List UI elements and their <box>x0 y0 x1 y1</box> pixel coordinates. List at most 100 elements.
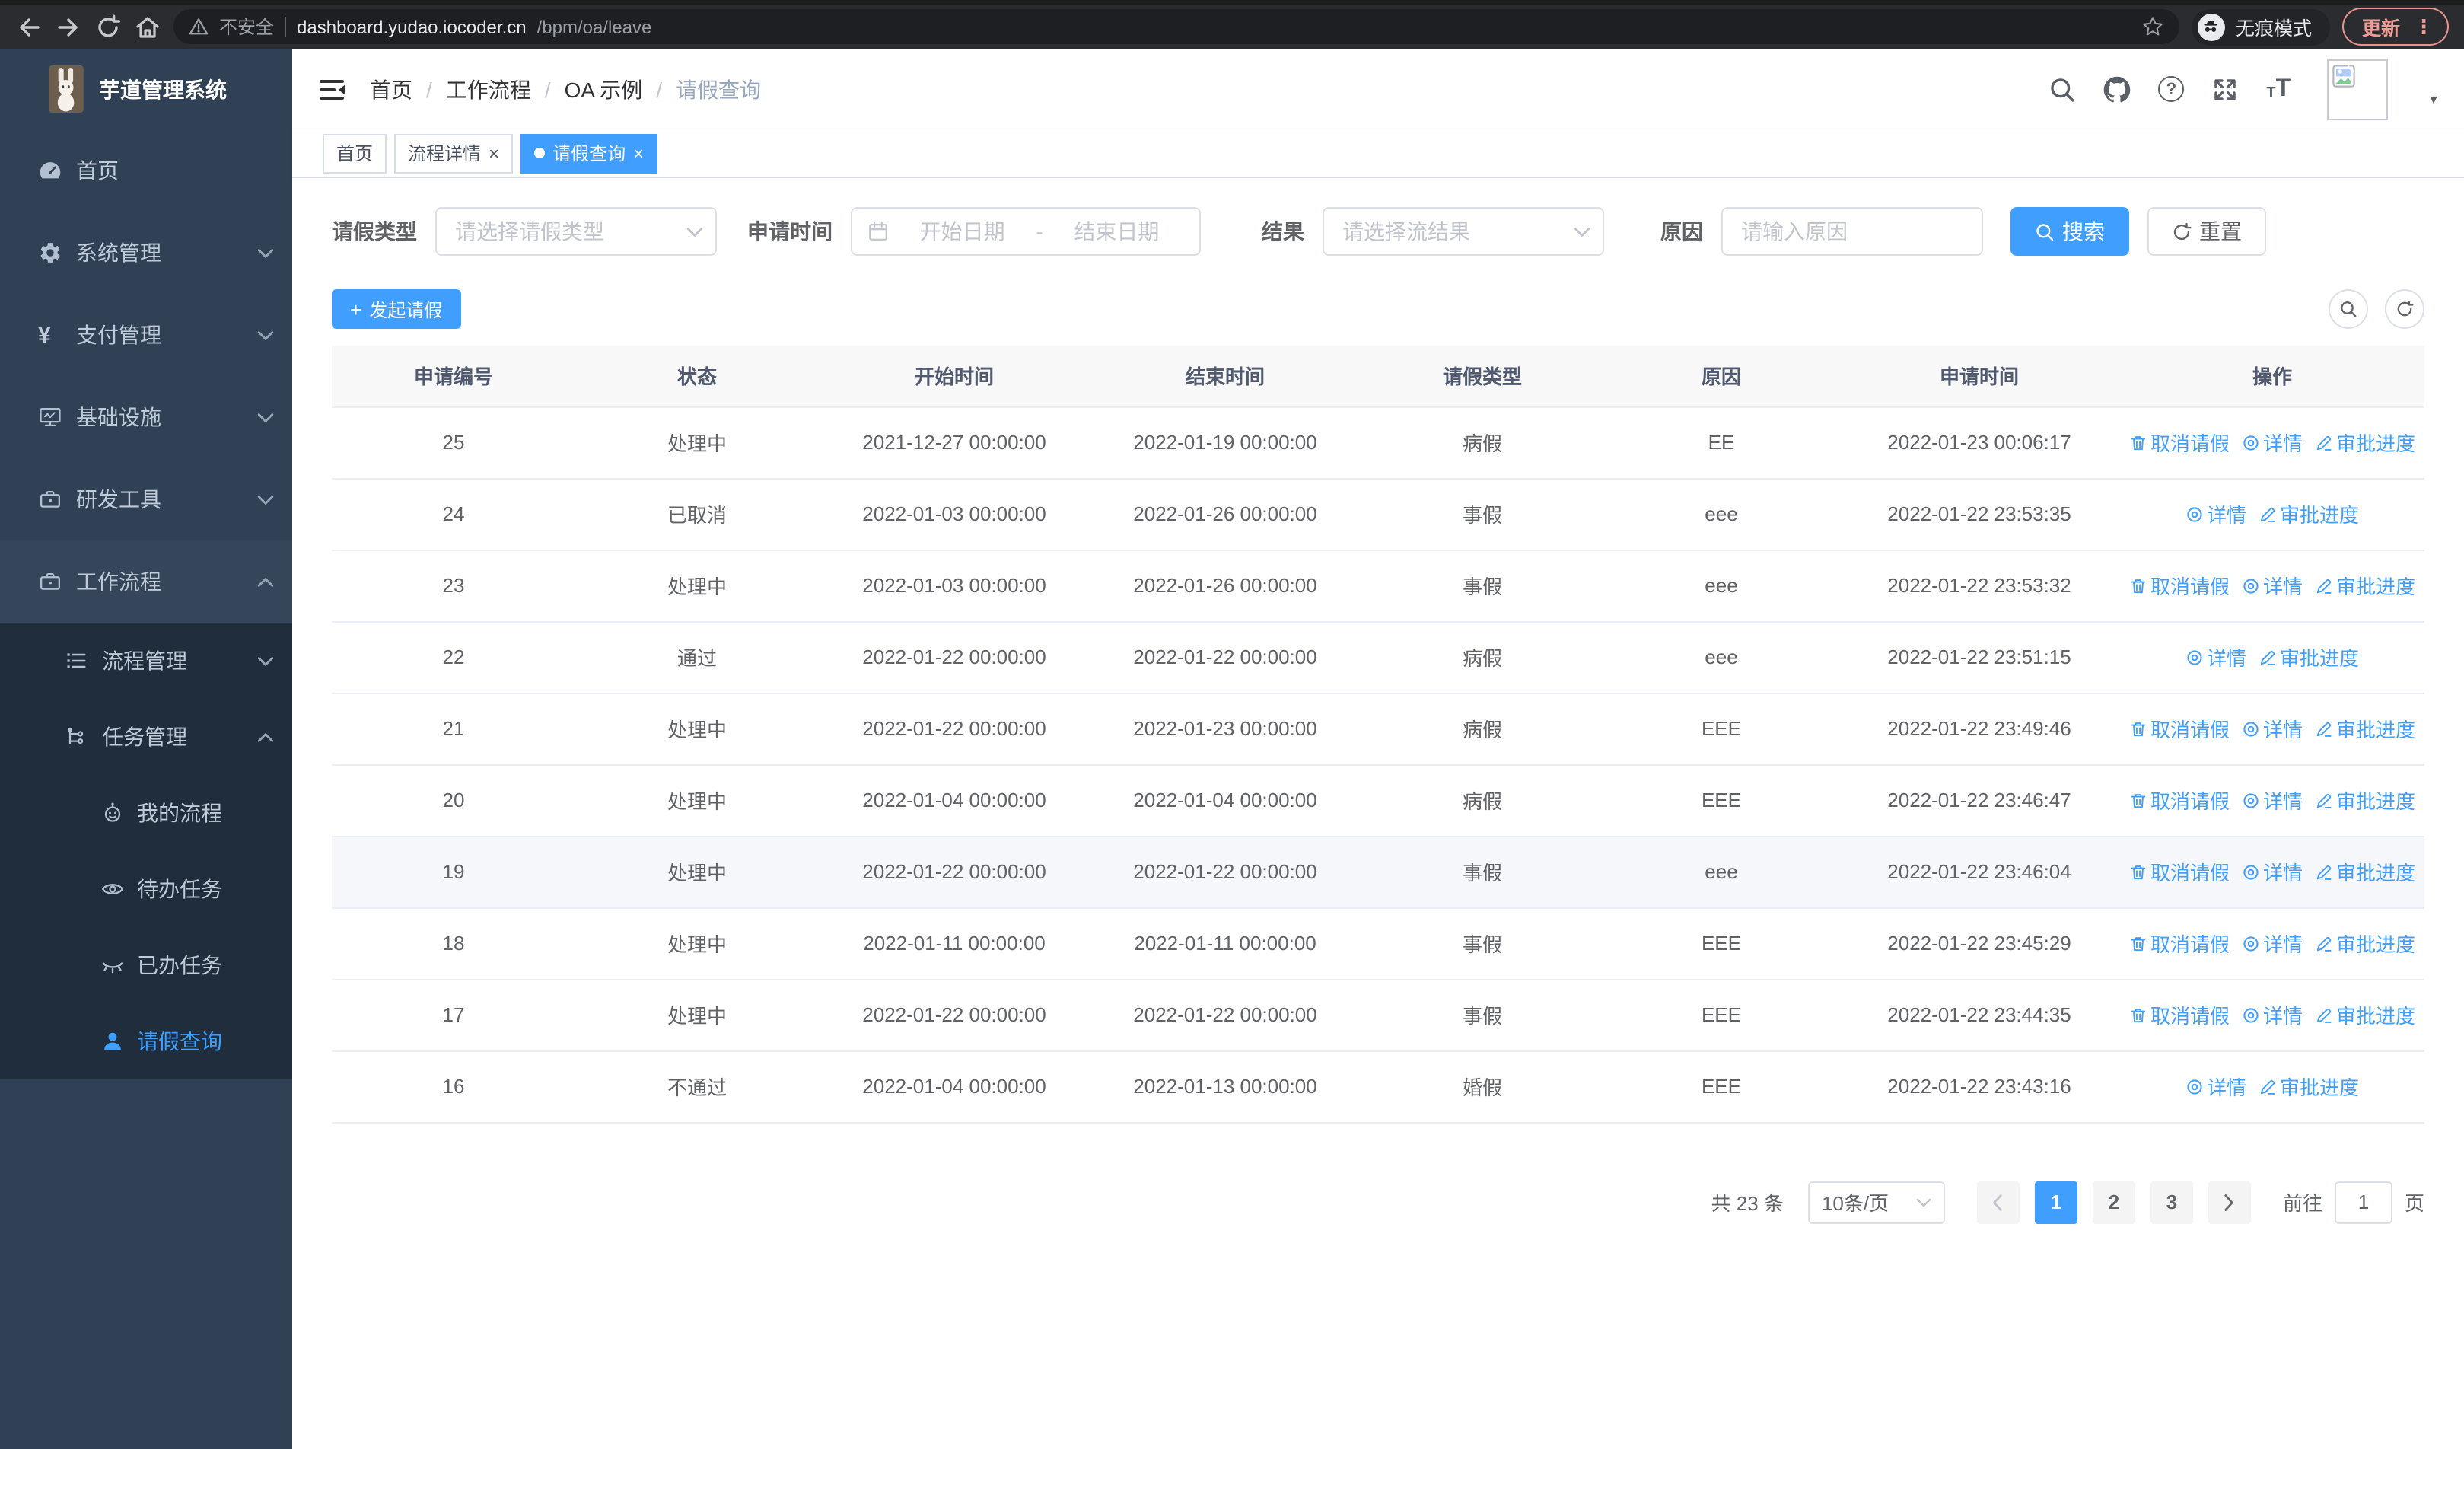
leave-type-select[interactable]: 请选择请假类型 <box>435 207 717 256</box>
refresh-icon <box>2172 222 2192 241</box>
cancel-leave-link[interactable]: 取消请假 <box>2129 1000 2230 1029</box>
approval-progress-link[interactable]: 审批进度 <box>2315 786 2415 814</box>
page-button-2[interactable]: 2 <box>2092 1181 2135 1223</box>
row-actions: 取消请假详情审批进度 <box>2120 836 2424 908</box>
sidebar-item-payment[interactable]: 支付管理 <box>0 294 292 376</box>
cancel-leave-link[interactable]: 取消请假 <box>2129 714 2230 743</box>
show-search-button[interactable] <box>2329 289 2368 329</box>
tab-leave-query[interactable]: 请假查询 <box>520 133 658 173</box>
approval-progress-link[interactable]: 审批进度 <box>2315 1000 2415 1029</box>
address-bar[interactable]: 不安全 dashboard.yudao.iocoder.cn/bpm/oa/le… <box>173 9 2179 44</box>
forward-icon[interactable] <box>55 13 82 40</box>
sidebar-item-done-tasks[interactable]: 已办任务 <box>0 927 292 1003</box>
search-button[interactable]: 搜索 <box>2010 207 2129 256</box>
reason-input[interactable] <box>1721 207 1983 256</box>
sidebar-item-workflow[interactable]: 工作流程 <box>0 540 292 623</box>
edit-icon <box>2315 791 2333 809</box>
detail-link[interactable]: 详情 <box>2242 786 2303 814</box>
sidebar-item-todo-tasks[interactable]: 待办任务 <box>0 851 292 927</box>
cancel-leave-link[interactable]: 取消请假 <box>2129 786 2230 814</box>
tab-process-detail[interactable]: 流程详情 <box>394 133 514 173</box>
detail-link[interactable]: 详情 <box>2185 499 2246 528</box>
leave-type-label: 请假类型 <box>332 219 417 244</box>
breadcrumb-home[interactable]: 首页 <box>370 74 412 104</box>
cancel-leave-link[interactable]: 取消请假 <box>2129 857 2230 886</box>
chevron-down-icon <box>257 330 274 340</box>
column-header: 申请编号 <box>332 346 575 407</box>
browser-menu-icon[interactable] <box>2414 14 2434 39</box>
avatar[interactable] <box>2327 59 2389 120</box>
breadcrumb-oa-example[interactable]: OA 示例 <box>565 74 643 104</box>
sidebar-item-devtools[interactable]: 研发工具 <box>0 458 292 540</box>
url-host: dashboard.yudao.iocoder.cn <box>297 16 527 37</box>
sidebar-item-leave-query[interactable]: 请假查询 <box>0 1003 292 1079</box>
approval-progress-link[interactable]: 审批进度 <box>2259 1072 2359 1101</box>
create-leave-button[interactable]: 发起请假 <box>332 289 461 329</box>
sidebar-collapse-icon[interactable] <box>317 74 347 104</box>
help-icon[interactable] <box>2158 76 2185 102</box>
trash-icon <box>2129 791 2147 809</box>
prev-page-button[interactable] <box>1976 1181 2020 1223</box>
detail-link[interactable]: 详情 <box>2185 642 2246 671</box>
reset-button[interactable]: 重置 <box>2147 207 2266 256</box>
home-icon[interactable] <box>134 13 161 40</box>
page-size-select[interactable]: 10条/页 <box>1807 1181 1945 1223</box>
sidebar-item-task-mgmt[interactable]: 任务管理 <box>0 699 292 775</box>
view-icon <box>2242 791 2260 809</box>
next-page-button[interactable] <box>2208 1181 2251 1223</box>
github-icon[interactable] <box>2103 75 2131 103</box>
table-row: 25 处理中 2021-12-27 00:00:00 2022-01-19 00… <box>332 406 2424 479</box>
app-logo[interactable]: 芋道管理系统 <box>0 49 292 129</box>
fullscreen-icon[interactable] <box>2211 75 2239 103</box>
row-actions: 取消请假详情审批进度 <box>2120 1050 2424 1123</box>
edit-icon <box>2315 934 2333 952</box>
search-icon[interactable] <box>2049 75 2076 103</box>
chevron-down-icon <box>257 655 274 666</box>
tab-home[interactable]: 首页 <box>323 133 387 173</box>
sidebar-item-process-mgmt[interactable]: 流程管理 <box>0 623 292 699</box>
reason-label: 原因 <box>1660 219 1703 244</box>
chevron-up-icon <box>257 732 274 742</box>
sidebar-item-my-process[interactable]: 我的流程 <box>0 775 292 851</box>
back-icon[interactable] <box>15 13 43 40</box>
page-unit-label: 页 <box>2404 1192 2424 1215</box>
cancel-leave-link[interactable]: 取消请假 <box>2129 929 2230 958</box>
logo-image <box>49 65 84 113</box>
detail-link[interactable]: 详情 <box>2242 1000 2303 1029</box>
cancel-leave-link[interactable]: 取消请假 <box>2129 571 2230 600</box>
refresh-table-button[interactable] <box>2385 289 2424 329</box>
result-select[interactable]: 请选择流结果 <box>1323 207 1604 256</box>
detail-link[interactable]: 详情 <box>2242 428 2303 457</box>
approval-progress-link[interactable]: 审批进度 <box>2259 642 2359 671</box>
approval-progress-link[interactable]: 审批进度 <box>2315 929 2415 958</box>
close-icon[interactable] <box>489 144 499 162</box>
detail-link[interactable]: 详情 <box>2242 714 2303 743</box>
goto-page-input[interactable] <box>2334 1181 2392 1223</box>
apply-time-range-picker[interactable]: 开始日期 - 结束日期 <box>851 207 1201 256</box>
detail-link[interactable]: 详情 <box>2242 571 2303 600</box>
page-button-1[interactable]: 1 <box>2034 1181 2077 1223</box>
detail-link[interactable]: 详情 <box>2185 1072 2246 1101</box>
reload-icon[interactable] <box>94 13 122 40</box>
sidebar-item-home[interactable]: 首页 <box>0 129 292 212</box>
cancel-leave-link[interactable]: 取消请假 <box>2129 428 2230 457</box>
search-icon <box>2339 300 2357 318</box>
detail-link[interactable]: 详情 <box>2242 929 2303 958</box>
close-icon[interactable] <box>633 144 644 162</box>
approval-progress-link[interactable]: 审批进度 <box>2315 571 2415 600</box>
avatar-caret-icon[interactable] <box>2427 93 2440 107</box>
browser-update-button[interactable]: 更新 <box>2341 8 2449 46</box>
navbar: 首页 / 工作流程 / OA 示例 / 请假查询 <box>292 49 2464 129</box>
bookmark-star-icon[interactable] <box>2141 15 2164 38</box>
breadcrumb-workflow[interactable]: 工作流程 <box>446 74 531 104</box>
approval-progress-link[interactable]: 审批进度 <box>2315 428 2415 457</box>
table-row: 16 不通过 2022-01-04 00:00:00 2022-01-13 00… <box>332 1050 2424 1123</box>
font-size-icon[interactable] <box>2266 77 2291 101</box>
page-button-3[interactable]: 3 <box>2150 1181 2193 1223</box>
sidebar-item-system[interactable]: 系统管理 <box>0 212 292 294</box>
approval-progress-link[interactable]: 审批进度 <box>2315 714 2415 743</box>
approval-progress-link[interactable]: 审批进度 <box>2315 857 2415 886</box>
sidebar-item-infra[interactable]: 基础设施 <box>0 376 292 458</box>
approval-progress-link[interactable]: 审批进度 <box>2259 499 2359 528</box>
detail-link[interactable]: 详情 <box>2242 857 2303 886</box>
